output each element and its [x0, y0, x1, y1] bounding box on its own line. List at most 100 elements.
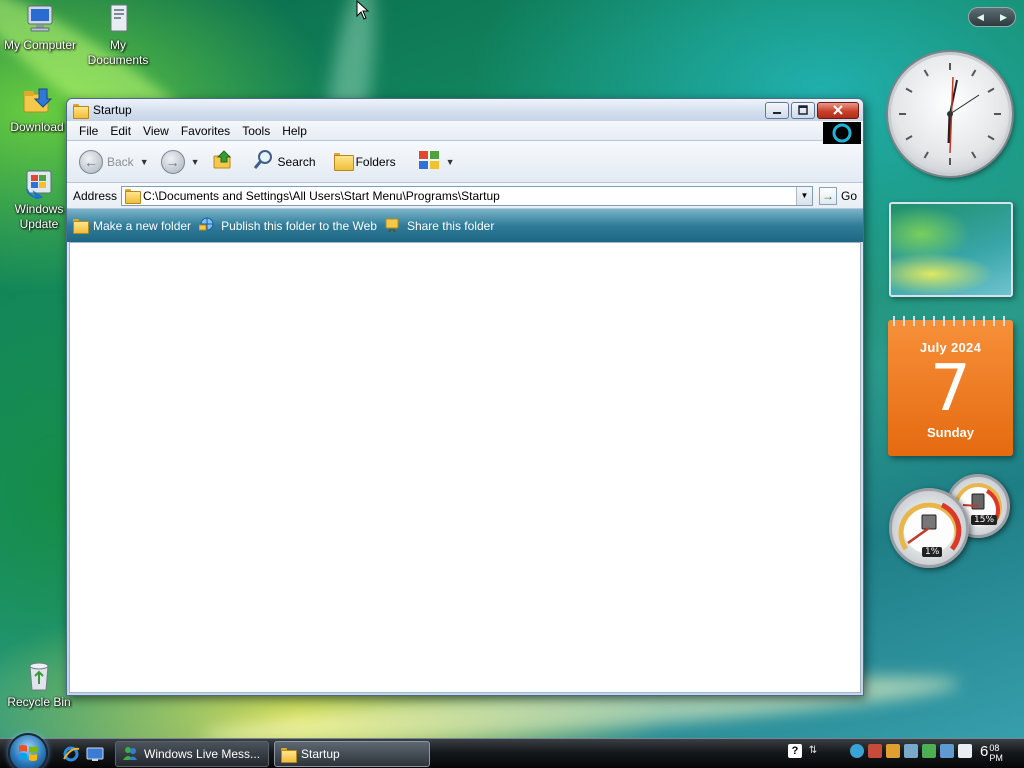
publish-folder-link[interactable]: Publish this folder to the Web	[198, 217, 377, 234]
share-folder-link[interactable]: Share this folder	[385, 216, 494, 235]
display-icon[interactable]	[940, 744, 954, 758]
search-label: Search	[277, 154, 316, 169]
folder-icon	[73, 103, 89, 119]
sidebar-previous-icon[interactable]: ◀	[977, 12, 984, 23]
close-button[interactable]	[817, 101, 859, 119]
folders-icon	[333, 153, 354, 171]
back-dropdown-icon[interactable]: ▼	[140, 157, 149, 167]
share-folder-icon	[385, 216, 401, 235]
folders-label: Folders	[355, 154, 396, 169]
desktop-icon-my-computer[interactable]: My Computer	[0, 3, 80, 53]
mouse-cursor-icon	[356, 0, 370, 23]
tray-expand-icon[interactable]: ⇅	[806, 744, 820, 758]
clock-ampm: PM	[989, 753, 1003, 763]
back-label: Back	[107, 154, 134, 169]
desktop-icon-label: My Computer	[3, 38, 77, 52]
volume-icon[interactable]	[958, 744, 972, 758]
folder-tasks-bar: Make a new folder Publish this folder to…	[67, 209, 863, 242]
network-icon[interactable]	[904, 744, 918, 758]
clock-minutes: 08	[989, 743, 1000, 753]
task-label: Make a new folder	[93, 218, 192, 233]
show-desktop-icon[interactable]	[86, 745, 104, 766]
maximize-button[interactable]	[791, 101, 815, 119]
go-label: Go	[840, 188, 857, 203]
minimize-button[interactable]	[765, 101, 789, 119]
recycle-bin-icon	[23, 660, 55, 692]
desktop-icon-my-documents[interactable]: My Documents	[78, 3, 158, 68]
menu-file[interactable]: File	[73, 124, 104, 138]
forward-button[interactable]: → ▼	[157, 148, 204, 176]
up-folder-button[interactable]	[208, 147, 238, 176]
taskbar-button-label: Startup	[301, 747, 340, 761]
documents-icon	[102, 3, 134, 35]
sidebar-next-icon[interactable]: ▶	[1000, 12, 1007, 23]
windows-throbber-icon	[823, 122, 861, 144]
views-button[interactable]: ▼	[414, 148, 459, 175]
calendar-weekday: Sunday	[927, 425, 974, 440]
internet-explorer-icon[interactable]	[62, 745, 80, 766]
folder-content-area[interactable]	[69, 242, 861, 693]
menu-favorites[interactable]: Favorites	[175, 124, 236, 138]
menu-edit[interactable]: Edit	[104, 124, 137, 138]
system-tray: ? ⇅	[788, 744, 972, 758]
forward-arrow-icon: →	[160, 149, 185, 174]
address-folder-icon	[125, 189, 142, 204]
taskbar-clock[interactable]: 6 08 PM	[980, 743, 1003, 763]
views-icon	[418, 150, 440, 173]
taskbar-button-startup[interactable]: Startup	[274, 741, 430, 767]
address-input[interactable]	[143, 188, 796, 203]
address-bar: Address ▼ → Go	[67, 183, 863, 209]
menu-view[interactable]: View	[137, 124, 175, 138]
views-dropdown-icon: ▼	[445, 156, 455, 167]
download-icon	[21, 85, 53, 117]
address-dropdown-icon[interactable]: ▼	[795, 186, 812, 205]
back-button[interactable]: ← Back ▼	[75, 148, 153, 176]
clock-face-icon	[899, 63, 1001, 165]
clock-hour: 6	[980, 743, 989, 760]
sync-icon[interactable]	[922, 744, 936, 758]
window-title: Startup	[93, 103, 132, 117]
memory-meter-label: 15%	[971, 515, 998, 525]
search-button[interactable]: Search	[248, 147, 320, 176]
folders-button[interactable]: Folders	[330, 151, 400, 172]
slideshow-gadget[interactable]	[889, 202, 1013, 297]
taskbar: Windows Live Mess... Startup ? ⇅ 6 08 PM	[0, 733, 1024, 768]
desktop-icon-label: My Documents	[87, 38, 149, 67]
desktop-icon-label: Recycle Bin	[7, 695, 71, 709]
toolbar: ← Back ▼ → ▼ Search Folders ▼	[67, 141, 863, 183]
messenger-icon	[122, 745, 138, 764]
messenger-status-icon[interactable]	[850, 744, 864, 758]
back-arrow-icon: ←	[79, 149, 103, 174]
sidebar-navigation: ◀ ▶	[968, 7, 1016, 27]
menu-help[interactable]: Help	[276, 124, 313, 138]
title-bar[interactable]: Startup	[67, 99, 863, 121]
calendar-day: 7	[930, 352, 971, 426]
task-label: Publish this folder to the Web	[221, 218, 377, 233]
menu-bar: File Edit View Favorites Tools Help	[67, 121, 863, 144]
address-label: Address	[73, 188, 118, 203]
cpu-meter-gadget[interactable]: 1%	[889, 488, 969, 568]
forward-dropdown-icon[interactable]: ▼	[191, 157, 200, 167]
help-icon[interactable]: ?	[788, 744, 802, 758]
up-folder-icon	[212, 149, 234, 174]
security-icon[interactable]	[868, 744, 882, 758]
taskbar-button-label: Windows Live Mess...	[144, 747, 261, 761]
explorer-window[interactable]: Startup File Edit View Favorites Tools H…	[66, 98, 864, 696]
windows-update-icon	[23, 167, 55, 200]
folder-icon	[281, 747, 297, 763]
address-field[interactable]: ▼	[121, 185, 813, 206]
computer-icon	[24, 3, 56, 35]
updates-icon[interactable]	[886, 744, 900, 758]
task-label: Share this folder	[406, 218, 495, 233]
start-button[interactable]	[8, 733, 48, 768]
search-icon	[252, 149, 274, 174]
clock-gadget[interactable]	[888, 52, 1012, 176]
calendar-gadget[interactable]: July 2024 7 Sunday	[888, 316, 1013, 456]
new-folder-icon	[73, 219, 89, 234]
make-new-folder-link[interactable]: Make a new folder	[73, 218, 192, 234]
go-button[interactable]: → Go	[818, 186, 857, 205]
publish-web-icon	[198, 217, 215, 234]
menu-tools[interactable]: Tools	[236, 124, 276, 138]
windows-logo-icon	[19, 745, 37, 761]
taskbar-button-messenger[interactable]: Windows Live Mess...	[115, 741, 269, 767]
